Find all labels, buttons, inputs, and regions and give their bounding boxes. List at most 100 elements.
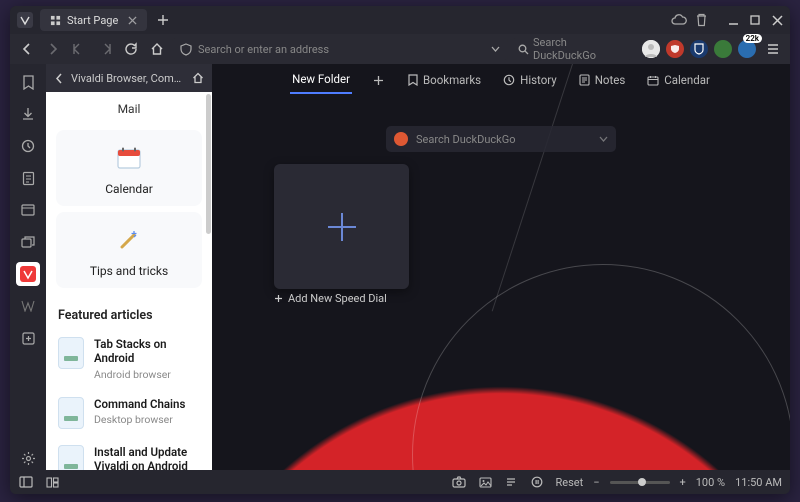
panel-tile-label: Calendar: [62, 182, 196, 196]
search-field[interactable]: Search DuckDuckGo: [512, 38, 632, 60]
ublock-icon[interactable]: [666, 40, 684, 58]
extension-badge: 22k: [743, 34, 762, 43]
duckduckgo-icon: [394, 132, 408, 146]
extension-icons: 22k: [642, 38, 784, 60]
tab-bar: Start Page: [10, 6, 790, 34]
status-panel-toggle-icon[interactable]: [18, 474, 34, 490]
navigation-bar: Search or enter an address Search DuckDu…: [10, 34, 790, 64]
article-doc-icon: [58, 337, 84, 369]
featured-article[interactable]: Install and Update Vivaldi on AndroidAnd…: [46, 437, 212, 470]
panel-scrollbar[interactable]: [206, 94, 211, 234]
fast-forward-button[interactable]: [94, 38, 116, 60]
rail-notes-icon[interactable]: [16, 166, 40, 190]
rail-vivaldi-panel-icon[interactable]: [16, 262, 40, 286]
panel-back-icon[interactable]: [54, 73, 65, 84]
tab-start-page[interactable]: Start Page: [40, 9, 147, 31]
status-capture-icon[interactable]: [451, 474, 467, 490]
article-title: Tab Stacks on Android: [94, 337, 200, 366]
rail-tabs-icon[interactable]: [16, 230, 40, 254]
rewind-button[interactable]: [68, 38, 90, 60]
panel-title: Vivaldi Browser, Commun…: [71, 72, 186, 85]
sd-tab-history[interactable]: History: [501, 67, 559, 93]
extension-green-icon[interactable]: [714, 40, 732, 58]
panel-rail: [10, 64, 46, 470]
speed-dial-search[interactable]: Search DuckDuckGo: [386, 126, 616, 152]
zoom-in-button[interactable]: +: [680, 476, 686, 489]
sd-tab-calendar[interactable]: Calendar: [645, 67, 712, 93]
status-zoom-level: 100 %: [696, 476, 725, 489]
bookmark-icon: [408, 74, 418, 86]
sd-tab-bookmarks[interactable]: Bookmarks: [406, 67, 483, 93]
article-title: Command Chains: [94, 397, 185, 411]
sd-tab-notes[interactable]: Notes: [577, 67, 628, 93]
address-dropdown-icon[interactable]: [491, 46, 500, 52]
status-bar: Reset − + 100 % 11:50 AM: [10, 470, 790, 494]
chevron-down-icon[interactable]: [599, 136, 608, 142]
status-break-mode-icon[interactable]: [529, 474, 545, 490]
panel-body: Mail Calendar Tips and tricks Featured a…: [46, 92, 212, 470]
status-page-actions-icon[interactable]: [503, 474, 519, 490]
minimize-button[interactable]: [726, 13, 740, 27]
close-window-button[interactable]: [770, 13, 784, 27]
new-tab-button[interactable]: [153, 10, 173, 30]
sd-tab-new-folder[interactable]: New Folder: [290, 66, 352, 94]
home-button[interactable]: [146, 38, 168, 60]
wand-tile-icon: [115, 226, 143, 254]
profile-avatar-icon[interactable]: [642, 40, 660, 58]
sync-cloud-icon[interactable]: [671, 14, 687, 26]
status-image-toggle-icon[interactable]: [477, 474, 493, 490]
rail-history-icon[interactable]: [16, 134, 40, 158]
close-tab-icon[interactable]: [128, 16, 137, 25]
sd-add-folder-button[interactable]: [370, 71, 388, 89]
speed-dial-add-tile[interactable]: [274, 164, 409, 289]
status-reset-zoom[interactable]: Reset: [555, 476, 583, 489]
rail-downloads-icon[interactable]: [16, 102, 40, 126]
article-doc-icon: [58, 397, 84, 429]
extension-blue-icon[interactable]: 22k: [738, 40, 756, 58]
featured-article[interactable]: Command Chains Desktop browser: [46, 389, 212, 437]
bitwarden-icon[interactable]: [690, 40, 708, 58]
rail-bookmarks-icon[interactable]: [16, 70, 40, 94]
window-controls: [726, 13, 784, 27]
panel-header: Vivaldi Browser, Commun…: [46, 64, 212, 92]
featured-articles-heading: Featured articles: [46, 294, 212, 329]
address-bar[interactable]: Search or enter an address: [172, 38, 508, 60]
rail-window-icon[interactable]: [16, 198, 40, 222]
panel-tile-calendar[interactable]: Calendar: [56, 130, 202, 206]
status-clock[interactable]: 11:50 AM: [735, 476, 782, 489]
main-menu-button[interactable]: [762, 38, 784, 60]
zoom-slider[interactable]: [610, 481, 670, 484]
plus-icon: [322, 207, 362, 247]
panel-home-icon[interactable]: [192, 72, 204, 84]
panel-tile-label: Tips and tricks: [62, 264, 196, 278]
rail-settings-icon[interactable]: [16, 446, 40, 470]
reload-button[interactable]: [120, 38, 142, 60]
panel-mail-label[interactable]: Mail: [46, 96, 212, 124]
calendar-icon: [647, 75, 659, 86]
zoom-out-button[interactable]: −: [593, 476, 599, 489]
status-tiling-icon[interactable]: [44, 474, 60, 490]
address-placeholder: Search or enter an address: [198, 43, 329, 56]
forward-button[interactable]: [42, 38, 64, 60]
web-panel: Vivaldi Browser, Commun… Mail Calendar T…: [46, 64, 212, 470]
sd-search-placeholder: Search DuckDuckGo: [416, 133, 516, 146]
grid-icon: [50, 15, 61, 26]
search-placeholder: Search DuckDuckGo: [533, 36, 626, 62]
rail-wiki-icon[interactable]: [16, 294, 40, 318]
article-title: Install and Update Vivaldi on Android: [94, 445, 200, 470]
back-button[interactable]: [16, 38, 38, 60]
vivaldi-logo-icon: [16, 11, 34, 29]
article-sub: Android browser: [94, 368, 200, 381]
panel-tile-tips[interactable]: Tips and tricks: [56, 212, 202, 288]
trash-icon[interactable]: [695, 13, 708, 27]
rail-add-panel-icon[interactable]: [16, 326, 40, 350]
article-doc-icon: [58, 445, 84, 470]
history-icon: [503, 74, 515, 86]
search-icon: [518, 44, 529, 55]
maximize-button[interactable]: [748, 13, 762, 27]
small-plus-icon: [274, 294, 283, 303]
browser-window: Start Page: [10, 6, 790, 494]
speed-dial-nav: New Folder Bookmarks History Notes Calen…: [212, 64, 790, 96]
featured-article[interactable]: Tab Stacks on Android Android browser: [46, 329, 212, 389]
article-sub: Desktop browser: [94, 413, 185, 426]
